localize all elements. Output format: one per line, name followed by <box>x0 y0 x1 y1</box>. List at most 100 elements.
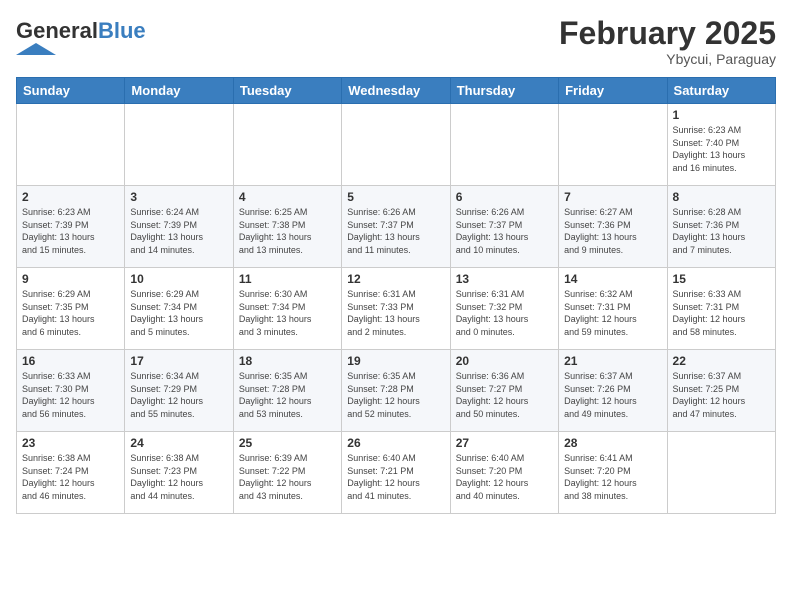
day-info: Sunrise: 6:40 AMSunset: 7:21 PMDaylight:… <box>347 452 444 502</box>
day-number: 4 <box>239 190 336 204</box>
calendar-cell: 13 Sunrise: 6:31 AMSunset: 7:32 PMDayligh… <box>450 268 558 350</box>
day-info: Sunrise: 6:26 AMSunset: 7:37 PMDaylight:… <box>456 206 553 256</box>
calendar-cell: 18 Sunrise: 6:35 AMSunset: 7:28 PMDayligh… <box>233 350 341 432</box>
weekday-header-friday: Friday <box>559 78 667 104</box>
calendar-cell: 12 Sunrise: 6:31 AMSunset: 7:33 PMDayligh… <box>342 268 450 350</box>
day-number: 22 <box>673 354 770 368</box>
calendar-cell: 25 Sunrise: 6:39 AMSunset: 7:22 PMDayligh… <box>233 432 341 514</box>
calendar-week-2: 9Sunrise: 6:29 AMSunset: 7:35 PMDaylight… <box>17 268 776 350</box>
calendar-cell <box>233 104 341 186</box>
calendar-cell <box>450 104 558 186</box>
calendar-cell <box>342 104 450 186</box>
day-info: Sunrise: 6:26 AMSunset: 7:37 PMDaylight:… <box>347 206 444 256</box>
calendar-cell: 15Sunrise: 6:33 AMSunset: 7:31 PMDayligh… <box>667 268 775 350</box>
location: Ybycui, Paraguay <box>559 51 776 67</box>
calendar-week-0: 1Sunrise: 6:23 AMSunset: 7:40 PMDaylight… <box>17 104 776 186</box>
calendar-cell: 17 Sunrise: 6:34 AMSunset: 7:29 PMDayligh… <box>125 350 233 432</box>
day-number: 17 <box>130 354 227 368</box>
day-number: 9 <box>22 272 119 286</box>
weekday-header-thursday: Thursday <box>450 78 558 104</box>
day-info: Sunrise: 6:24 AMSunset: 7:39 PMDaylight:… <box>130 206 227 256</box>
day-info: Sunrise: 6:31 AMSunset: 7:32 PMDaylight:… <box>456 288 553 338</box>
calendar-cell: 20Sunrise: 6:36 AMSunset: 7:27 PMDayligh… <box>450 350 558 432</box>
weekday-header-sunday: Sunday <box>17 78 125 104</box>
day-number: 16 <box>22 354 119 368</box>
calendar-cell: 24 Sunrise: 6:38 AMSunset: 7:23 PMDayligh… <box>125 432 233 514</box>
calendar-cell: 23 Sunrise: 6:38 AMSunset: 7:24 PMDayligh… <box>17 432 125 514</box>
day-number: 2 <box>22 190 119 204</box>
day-number: 8 <box>673 190 770 204</box>
calendar-cell: 27 Sunrise: 6:40 AMSunset: 7:20 PMDayligh… <box>450 432 558 514</box>
day-number: 11 <box>239 272 336 286</box>
day-number: 18 <box>239 354 336 368</box>
day-number: 12 <box>347 272 444 286</box>
logo-text: GeneralBlue <box>16 20 146 42</box>
calendar-cell: 8 Sunrise: 6:28 AMSunset: 7:36 PMDaylight… <box>667 186 775 268</box>
title-block: February 2025 Ybycui, Paraguay <box>559 16 776 67</box>
day-number: 20 <box>456 354 553 368</box>
day-number: 27 <box>456 436 553 450</box>
weekday-header-monday: Monday <box>125 78 233 104</box>
calendar-cell <box>17 104 125 186</box>
day-number: 24 <box>130 436 227 450</box>
calendar-cell: 21Sunrise: 6:37 AMSunset: 7:26 PMDayligh… <box>559 350 667 432</box>
day-info: Sunrise: 6:32 AMSunset: 7:31 PMDaylight:… <box>564 288 661 338</box>
calendar-cell: 3Sunrise: 6:24 AMSunset: 7:39 PMDaylight… <box>125 186 233 268</box>
day-number: 23 <box>22 436 119 450</box>
calendar-cell <box>559 104 667 186</box>
day-info: Sunrise: 6:28 AMSunset: 7:36 PMDaylight:… <box>673 206 770 256</box>
calendar-week-3: 16 Sunrise: 6:33 AMSunset: 7:30 PMDayligh… <box>17 350 776 432</box>
calendar-cell: 19Sunrise: 6:35 AMSunset: 7:28 PMDayligh… <box>342 350 450 432</box>
day-number: 25 <box>239 436 336 450</box>
day-info: Sunrise: 6:23 AMSunset: 7:40 PMDaylight:… <box>673 124 770 174</box>
day-info: Sunrise: 6:27 AMSunset: 7:36 PMDaylight:… <box>564 206 661 256</box>
day-number: 10 <box>130 272 227 286</box>
day-number: 7 <box>564 190 661 204</box>
calendar-cell: 6Sunrise: 6:26 AMSunset: 7:37 PMDaylight… <box>450 186 558 268</box>
calendar-cell: 16 Sunrise: 6:33 AMSunset: 7:30 PMDayligh… <box>17 350 125 432</box>
day-number: 13 <box>456 272 553 286</box>
calendar-cell: 11 Sunrise: 6:30 AMSunset: 7:34 PMDayligh… <box>233 268 341 350</box>
weekday-header-row: SundayMondayTuesdayWednesdayThursdayFrid… <box>17 78 776 104</box>
weekday-header-tuesday: Tuesday <box>233 78 341 104</box>
day-info: Sunrise: 6:33 AMSunset: 7:30 PMDaylight:… <box>22 370 119 420</box>
day-number: 5 <box>347 190 444 204</box>
day-info: Sunrise: 6:35 AMSunset: 7:28 PMDaylight:… <box>239 370 336 420</box>
header: GeneralBlue February 2025 Ybycui, Paragu… <box>16 16 776 67</box>
calendar-cell: 1Sunrise: 6:23 AMSunset: 7:40 PMDaylight… <box>667 104 775 186</box>
calendar-week-4: 23 Sunrise: 6:38 AMSunset: 7:24 PMDayligh… <box>17 432 776 514</box>
day-number: 28 <box>564 436 661 450</box>
weekday-header-saturday: Saturday <box>667 78 775 104</box>
logo-general: General <box>16 18 98 43</box>
calendar-cell: 28Sunrise: 6:41 AMSunset: 7:20 PMDayligh… <box>559 432 667 514</box>
day-info: Sunrise: 6:34 AMSunset: 7:29 PMDaylight:… <box>130 370 227 420</box>
calendar-cell: 10 Sunrise: 6:29 AMSunset: 7:34 PMDayligh… <box>125 268 233 350</box>
day-number: 19 <box>347 354 444 368</box>
calendar-cell: 5 Sunrise: 6:26 AMSunset: 7:37 PMDaylight… <box>342 186 450 268</box>
day-info: Sunrise: 6:38 AMSunset: 7:23 PMDaylight:… <box>130 452 227 502</box>
day-info: Sunrise: 6:38 AMSunset: 7:24 PMDaylight:… <box>22 452 119 502</box>
calendar-cell <box>125 104 233 186</box>
calendar-week-1: 2 Sunrise: 6:23 AMSunset: 7:39 PMDaylight… <box>17 186 776 268</box>
day-number: 15 <box>673 272 770 286</box>
day-number: 14 <box>564 272 661 286</box>
calendar-cell: 9Sunrise: 6:29 AMSunset: 7:35 PMDaylight… <box>17 268 125 350</box>
day-info: Sunrise: 6:31 AMSunset: 7:33 PMDaylight:… <box>347 288 444 338</box>
day-info: Sunrise: 6:39 AMSunset: 7:22 PMDaylight:… <box>239 452 336 502</box>
day-info: Sunrise: 6:37 AMSunset: 7:25 PMDaylight:… <box>673 370 770 420</box>
calendar-cell: 14 Sunrise: 6:32 AMSunset: 7:31 PMDayligh… <box>559 268 667 350</box>
calendar-page: GeneralBlue February 2025 Ybycui, Paragu… <box>0 0 792 612</box>
calendar-cell: 7 Sunrise: 6:27 AMSunset: 7:36 PMDaylight… <box>559 186 667 268</box>
day-info: Sunrise: 6:25 AMSunset: 7:38 PMDaylight:… <box>239 206 336 256</box>
logo-blue: Blue <box>98 18 146 43</box>
calendar-cell <box>667 432 775 514</box>
day-info: Sunrise: 6:23 AMSunset: 7:39 PMDaylight:… <box>22 206 119 256</box>
calendar-cell: 2 Sunrise: 6:23 AMSunset: 7:39 PMDaylight… <box>17 186 125 268</box>
logo: GeneralBlue <box>16 20 146 60</box>
day-number: 26 <box>347 436 444 450</box>
weekday-header-wednesday: Wednesday <box>342 78 450 104</box>
day-info: Sunrise: 6:30 AMSunset: 7:34 PMDaylight:… <box>239 288 336 338</box>
day-info: Sunrise: 6:29 AMSunset: 7:34 PMDaylight:… <box>130 288 227 338</box>
month-year: February 2025 <box>559 16 776 51</box>
day-info: Sunrise: 6:40 AMSunset: 7:20 PMDaylight:… <box>456 452 553 502</box>
